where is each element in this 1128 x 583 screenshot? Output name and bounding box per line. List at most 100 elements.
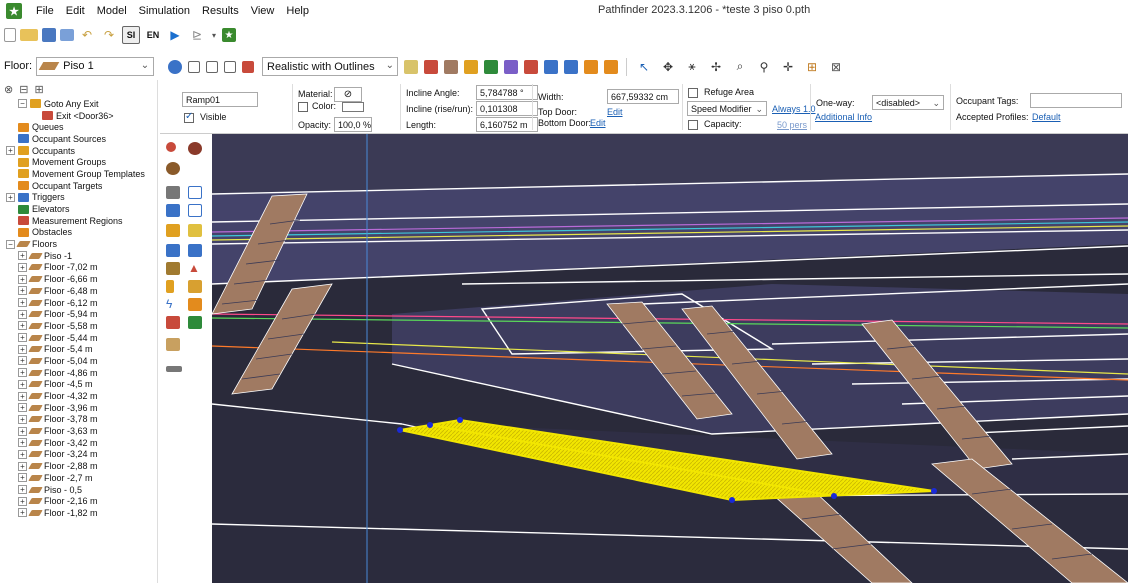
ramp-vertex-handle[interactable]: [729, 497, 735, 503]
collapse-icon[interactable]: −: [6, 239, 15, 249]
triggers-icon[interactable]: [564, 59, 578, 74]
pathfinder-results-icon[interactable]: ★: [222, 28, 236, 42]
expand-icon[interactable]: +: [18, 298, 27, 308]
tree-item[interactable]: Queues: [0, 121, 157, 133]
occupant-tags-field[interactable]: [1030, 93, 1122, 108]
move-tool-icon[interactable]: [166, 142, 176, 152]
occupants-icon[interactable]: [464, 59, 478, 74]
tree-item[interactable]: − Goto Any Exit: [0, 98, 157, 110]
capacity-link[interactable]: 50 pers: [777, 120, 807, 130]
tree-item[interactable]: Movement Group Templates: [0, 168, 157, 180]
rotate-tool-icon[interactable]: [188, 142, 202, 155]
tree-item[interactable]: + Piso -1: [0, 250, 157, 262]
top-door-edit-link[interactable]: Edit: [607, 107, 623, 117]
tree-item[interactable]: + Floor -5,94 m: [0, 308, 157, 320]
zoom-icon[interactable]: ⌕: [731, 58, 749, 76]
tree-item[interactable]: + Floor -4,32 m: [0, 390, 157, 402]
menu-model[interactable]: Model: [91, 5, 133, 17]
expand-icon[interactable]: +: [18, 403, 27, 413]
orbit-icon[interactable]: ✥: [659, 58, 677, 76]
person-tool-icon[interactable]: [166, 280, 174, 293]
tree-item[interactable]: + Floor -6,66 m: [0, 273, 157, 285]
tree-item[interactable]: + Floor -2,16 m: [0, 495, 157, 507]
tree-item[interactable]: + Occupants: [0, 145, 157, 157]
elevator-icon[interactable]: [484, 59, 498, 74]
run-simulation-icon[interactable]: ▶: [166, 26, 184, 44]
obstacle-tool-icon[interactable]: [166, 338, 180, 351]
expand-icon[interactable]: +: [18, 438, 27, 448]
expand-all-icon[interactable]: ⊞: [34, 83, 43, 96]
tree-item[interactable]: Occupant Sources: [0, 133, 157, 145]
menu-edit[interactable]: Edit: [60, 5, 91, 17]
tree-item[interactable]: + Piso - 0,5: [0, 484, 157, 496]
additional-info-link[interactable]: Additional Info: [815, 112, 872, 122]
tree-item[interactable]: + Floor -2,7 m: [0, 472, 157, 484]
scene-canvas[interactable]: [212, 134, 1128, 583]
render-mode-select[interactable]: Realistic with Outlines ⌄: [262, 57, 398, 76]
tree-item[interactable]: + Triggers: [0, 192, 157, 204]
si-units-button[interactable]: SI: [122, 26, 140, 44]
color-swatch[interactable]: [342, 102, 364, 112]
camera-view-icon[interactable]: [168, 59, 182, 74]
expand-icon[interactable]: +: [18, 333, 27, 343]
tree-item[interactable]: + Floor -3,78 m: [0, 414, 157, 426]
opacity-field[interactable]: 100,0 %: [334, 117, 372, 132]
expand-icon[interactable]: +: [18, 368, 27, 378]
walk-icon[interactable]: ⚹: [683, 58, 701, 76]
ramp-vertex-handle[interactable]: [397, 427, 403, 433]
targets-icon[interactable]: [584, 59, 598, 74]
expand-icon[interactable]: +: [6, 146, 15, 156]
expand-icon[interactable]: +: [18, 461, 27, 471]
new-file-icon[interactable]: [4, 28, 16, 42]
expand-icon[interactable]: +: [18, 473, 27, 483]
tree-item[interactable]: + Floor -2,88 m: [0, 460, 157, 472]
rooms-icon[interactable]: [504, 59, 518, 74]
select-arrow-icon[interactable]: ↖: [635, 58, 653, 76]
walls-icon[interactable]: [404, 59, 418, 74]
polygon-room-icon[interactable]: [166, 186, 180, 199]
tree-item[interactable]: Obstacles: [0, 227, 157, 239]
menu-results[interactable]: Results: [196, 5, 245, 17]
obstacles-icon[interactable]: [604, 59, 618, 74]
occupant-tool-icon[interactable]: [166, 162, 180, 175]
snap-icon[interactable]: ✛: [779, 58, 797, 76]
menu-help[interactable]: Help: [280, 5, 315, 17]
wall-tool-icon[interactable]: [166, 204, 180, 217]
save-icon[interactable]: [42, 28, 56, 42]
expand-icon[interactable]: +: [18, 508, 27, 518]
tree-item[interactable]: Measurement Regions: [0, 215, 157, 227]
color-checkbox[interactable]: [298, 102, 308, 112]
accepted-profiles-link[interactable]: Default: [1032, 112, 1061, 122]
speed-modifier-select[interactable]: Speed Modifier ⌄: [687, 101, 767, 116]
tree-item[interactable]: Occupant Targets: [0, 180, 157, 192]
tree-item[interactable]: + Floor -5,44 m: [0, 332, 157, 344]
tree-item[interactable]: + Floor -5,58 m: [0, 320, 157, 332]
tree-item[interactable]: + Floor -6,12 m: [0, 297, 157, 309]
refuge-area-checkbox[interactable]: [688, 88, 698, 98]
visible-checkbox[interactable]: [184, 111, 194, 123]
group-tool-icon[interactable]: [188, 280, 202, 293]
stair-link-icon[interactable]: [188, 244, 202, 257]
tree-item[interactable]: Movement Groups: [0, 156, 157, 168]
expand-icon[interactable]: +: [18, 356, 27, 366]
expand-icon[interactable]: +: [18, 485, 27, 495]
material-swatch[interactable]: ⊘: [334, 87, 362, 102]
grid-icon[interactable]: ⊞: [803, 58, 821, 76]
expand-icon[interactable]: +: [18, 286, 27, 296]
tree-item[interactable]: + Floor -3,96 m: [0, 402, 157, 414]
view-side-icon[interactable]: [224, 60, 236, 73]
view-front-icon[interactable]: [206, 60, 218, 73]
expand-icon[interactable]: +: [18, 426, 27, 436]
3d-viewport[interactable]: [212, 134, 1128, 583]
import-icon[interactable]: [60, 29, 74, 41]
trigger-tool-icon[interactable]: ϟ: [166, 298, 180, 311]
menu-view[interactable]: View: [245, 5, 281, 17]
tree-item[interactable]: + Floor -7,02 m: [0, 262, 157, 274]
region-tool-icon[interactable]: [166, 316, 180, 329]
open-folder-icon[interactable]: [20, 29, 38, 41]
expand-icon[interactable]: +: [18, 496, 27, 506]
expand-icon[interactable]: +: [18, 274, 27, 284]
bottom-door-edit-link[interactable]: Edit: [590, 118, 606, 128]
expand-icon[interactable]: +: [18, 262, 27, 272]
tree-item[interactable]: + Floor -6,48 m: [0, 285, 157, 297]
